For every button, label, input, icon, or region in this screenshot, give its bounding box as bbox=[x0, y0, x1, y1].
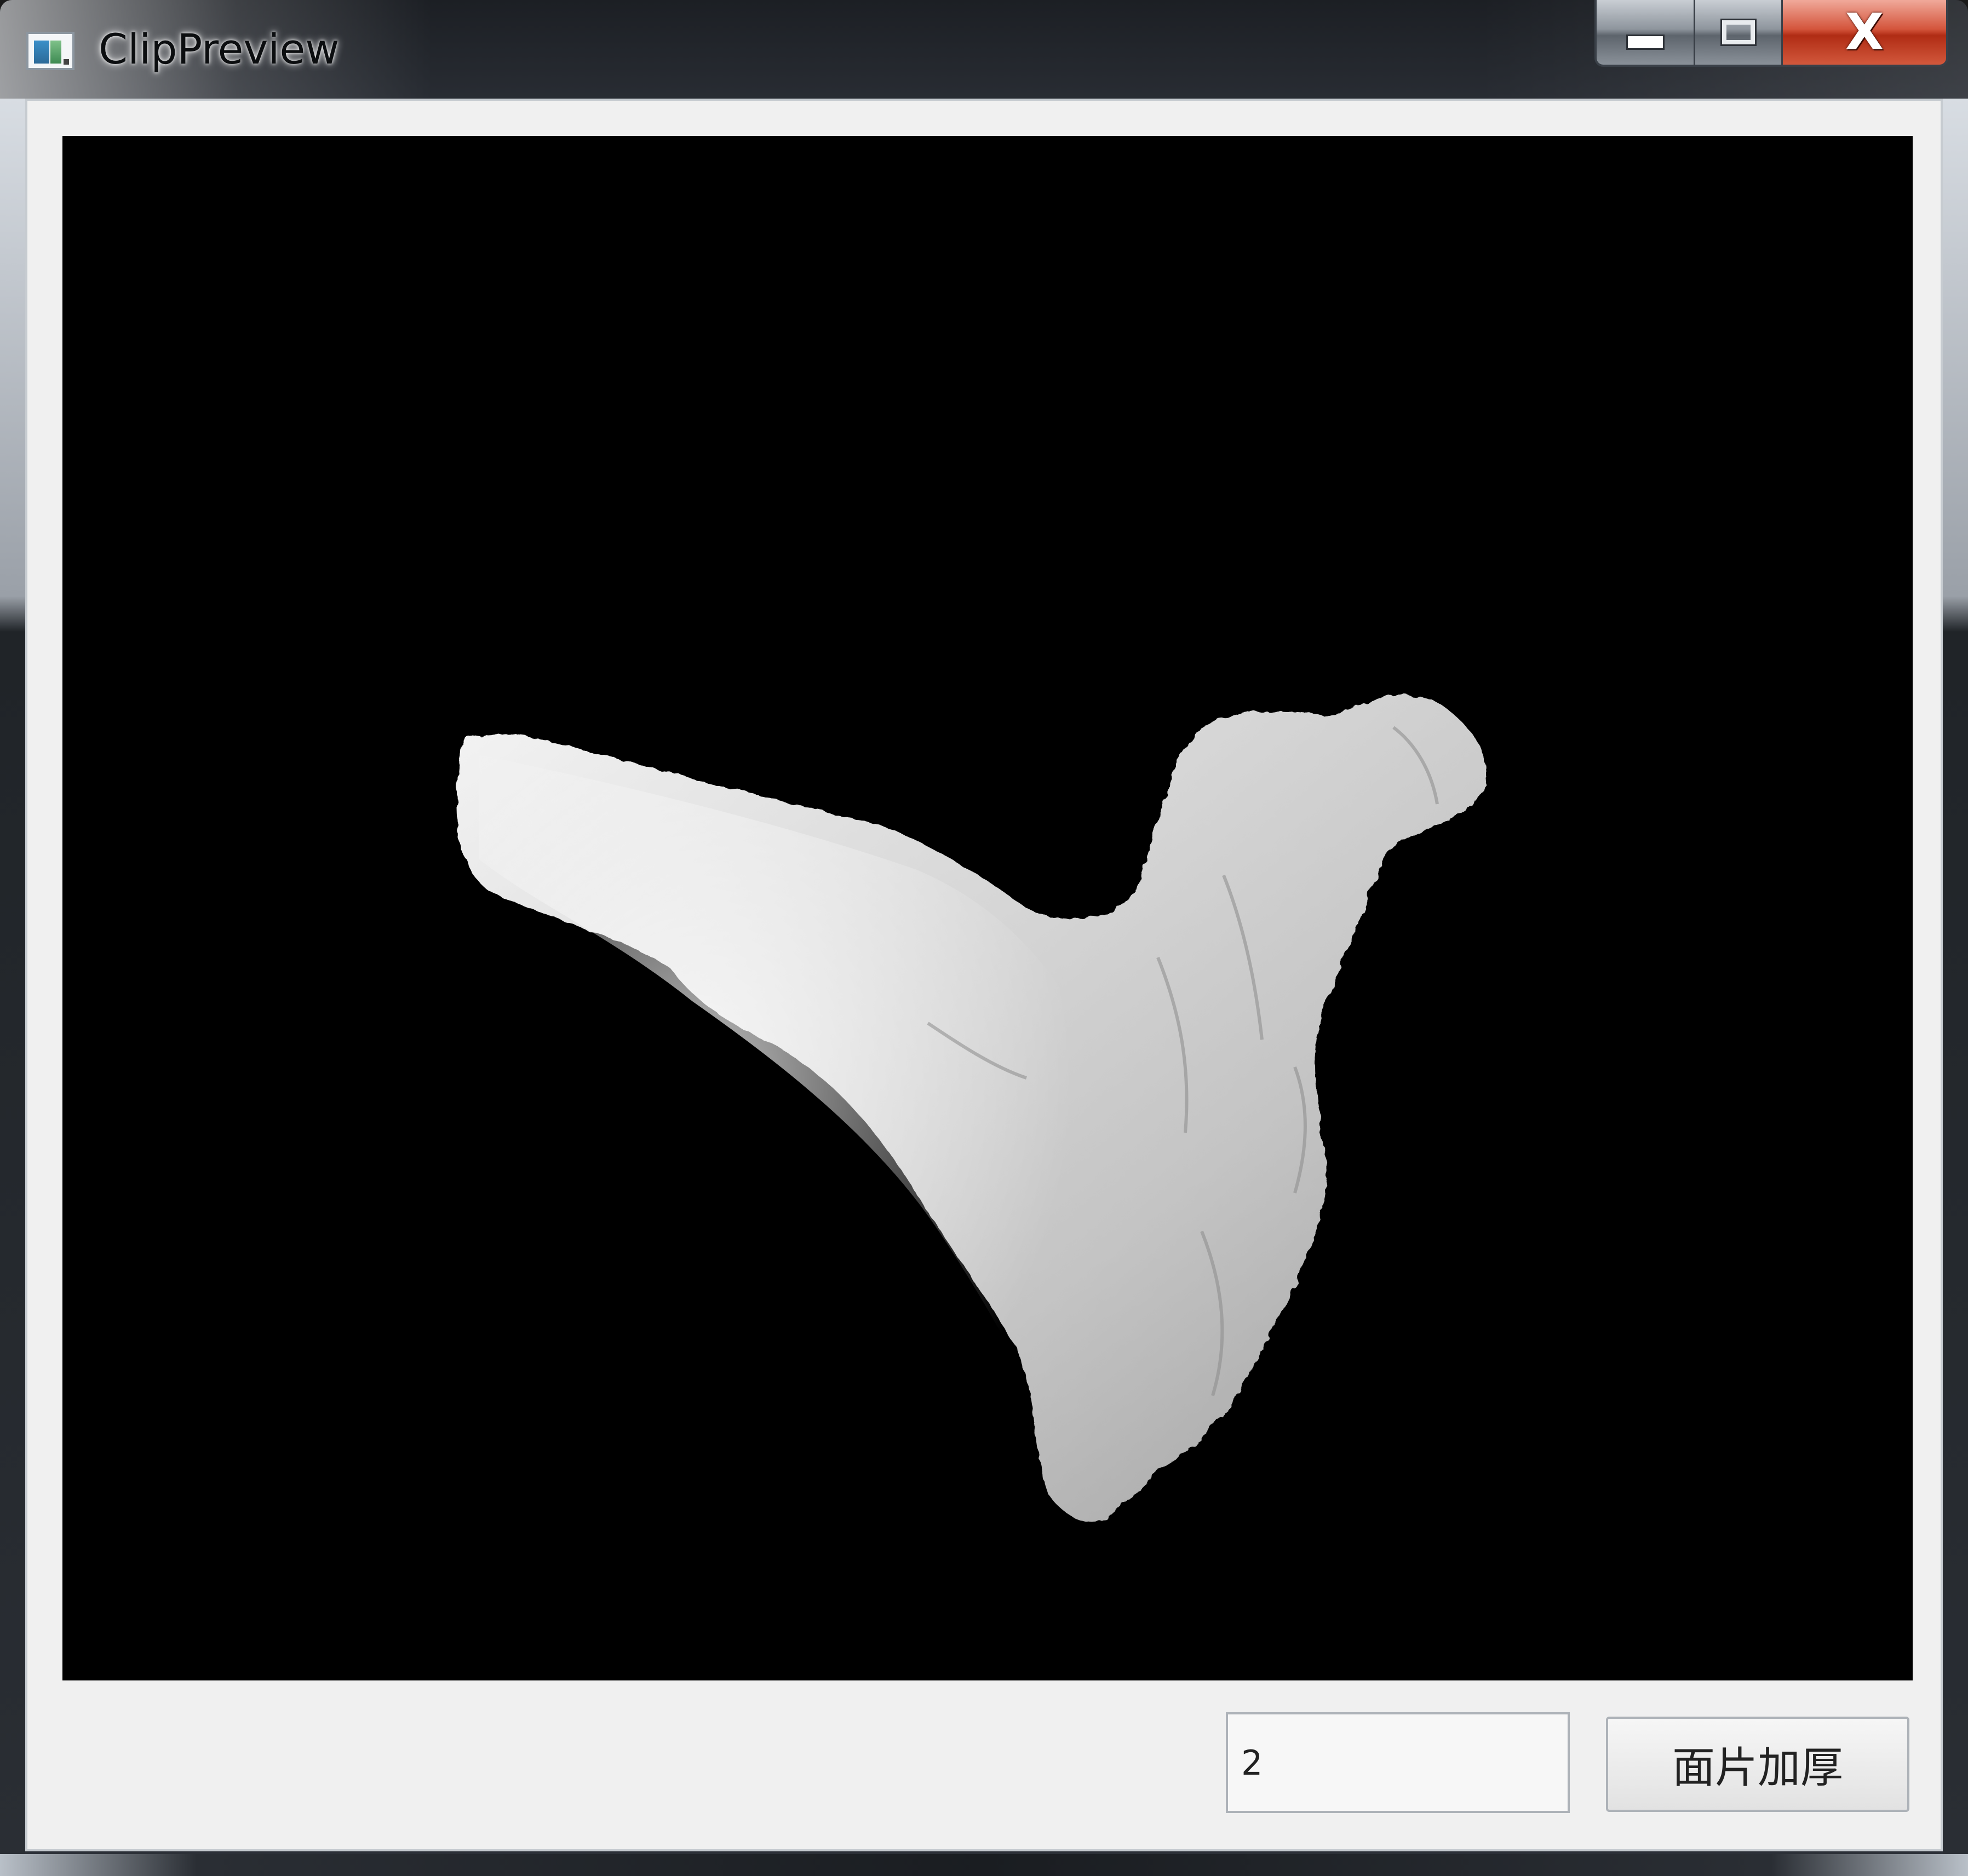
title-bar[interactable]: ClipPreview X bbox=[0, 0, 1968, 99]
close-icon: X bbox=[1845, 3, 1884, 61]
bone-model-render bbox=[456, 695, 1487, 1523]
3d-viewport[interactable] bbox=[62, 136, 1913, 1680]
thickness-input[interactable] bbox=[1226, 1712, 1570, 1813]
bone-highlight bbox=[479, 755, 1105, 1478]
window-frame-right bbox=[1943, 99, 1968, 1876]
window-frame-bottom bbox=[0, 1854, 1968, 1876]
window-frame-left bbox=[0, 99, 25, 1876]
maximize-icon bbox=[1720, 19, 1757, 46]
caption-buttons: X bbox=[1594, 0, 1948, 67]
clip-preview-window: ClipPreview X 2 面片加厚 bbox=[0, 0, 1968, 1876]
thicken-surface-button[interactable]: 面片加厚 bbox=[1606, 1717, 1909, 1812]
minimize-button[interactable] bbox=[1597, 0, 1695, 65]
client-area: 面片加厚 bbox=[25, 99, 1943, 1851]
minimize-icon bbox=[1626, 35, 1665, 50]
app-icon[interactable] bbox=[26, 32, 74, 70]
maximize-button[interactable] bbox=[1695, 0, 1783, 65]
window-title: ClipPreview bbox=[99, 25, 340, 73]
close-button[interactable]: X bbox=[1783, 0, 1946, 65]
